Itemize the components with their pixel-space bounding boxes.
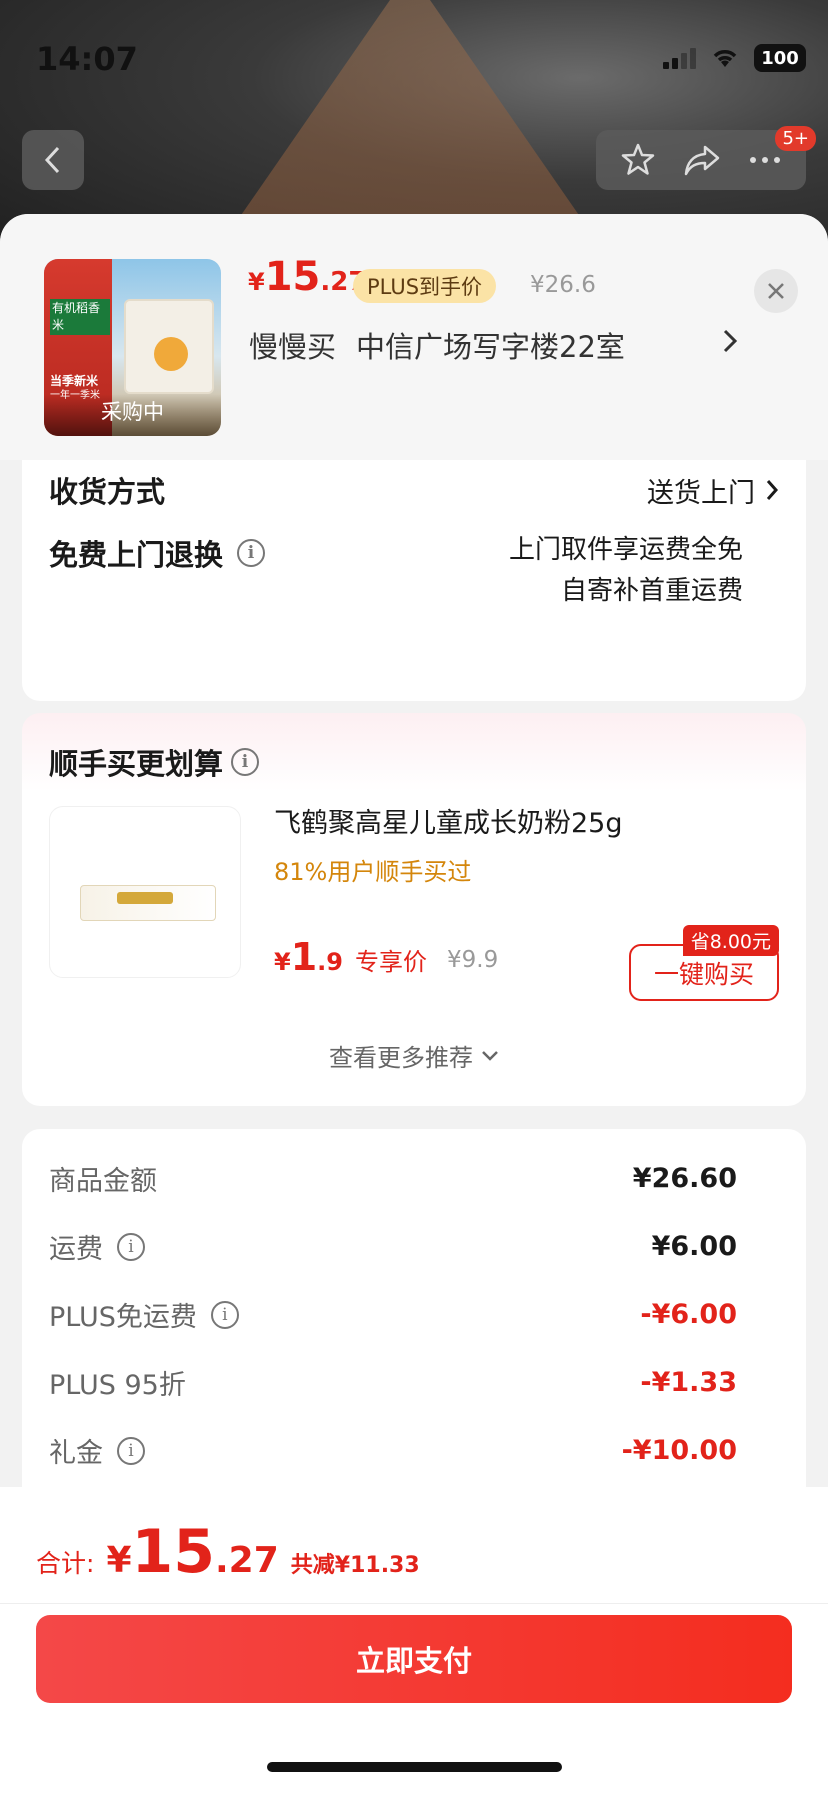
star-icon[interactable] (620, 142, 656, 178)
delivery-speed: 慢慢买 (249, 330, 337, 364)
addon-title: 顺手买更划算 (49, 747, 224, 781)
back-icon (44, 146, 60, 174)
addon-price: ¥ 1 .9 专享价 (274, 935, 427, 979)
battery-icon: 100 (754, 44, 806, 72)
info-icon[interactable]: i (117, 1436, 145, 1465)
fee-value: ¥26.60 (632, 1163, 737, 1194)
fee-value: -¥1.33 (640, 1367, 737, 1398)
fee-label: 礼金 (49, 1438, 103, 1469)
addon-product-sub: 81%用户顺手买过 (274, 858, 472, 886)
plus-price-tag: PLUS到手价 (353, 269, 497, 303)
pay-now-button[interactable]: 立即支付 (36, 1615, 792, 1703)
return-line: 自寄补首重运费 (560, 576, 743, 606)
total-label: 合计: (36, 1549, 95, 1578)
addon-product-image[interactable] (49, 806, 241, 978)
signal-icon (663, 47, 696, 69)
address-row[interactable]: 慢慢买 中信广场写字楼22室 (249, 324, 749, 366)
thumb-tag: 有机稻香米 (50, 299, 110, 335)
fee-value: ¥6.00 (651, 1231, 737, 1262)
fee-label: 运费 (49, 1234, 103, 1265)
chevron-down-icon (482, 1050, 498, 1061)
back-button[interactable] (22, 130, 84, 190)
free-return-detail: 上门取件享运费全免 自寄补首重运费 (509, 530, 779, 612)
fee-label: 商品金额 (49, 1166, 157, 1197)
thumb-status: 采购中 (101, 400, 164, 424)
exclusive-price-tag: 专享价 (354, 948, 427, 976)
status-time: 14:07 (36, 40, 138, 78)
info-icon[interactable]: i (117, 1232, 145, 1261)
close-icon (768, 283, 784, 299)
home-indicator[interactable] (267, 1762, 562, 1772)
total-discount: 共减¥11.33 (290, 1553, 420, 1578)
share-icon[interactable] (683, 143, 721, 177)
fee-value: -¥10.00 (621, 1435, 737, 1466)
wifi-icon (713, 50, 737, 67)
product-thumbnail: 有机稻香米 当季新米 一年一季米 采购中 (44, 259, 221, 436)
chevron-right-icon[interactable] (722, 328, 738, 354)
info-icon[interactable]: i (231, 748, 260, 776)
status-icons: 100 (663, 44, 806, 72)
addon-product-name[interactable]: 飞鹤聚高星儿童成长奶粉25g (274, 801, 623, 840)
save-badge: 省8.00元 (682, 925, 779, 956)
close-button[interactable] (754, 269, 798, 313)
delivery-method-row[interactable]: 收货方式 送货上门 (49, 469, 779, 511)
rice-bag-image (124, 299, 214, 394)
delivery-address: 中信广场写字楼22室 (356, 330, 625, 364)
fee-row: 运费 i ¥6.00 (49, 1227, 737, 1266)
free-return-label: 免费上门退换 (49, 538, 224, 572)
delivery-method-value: 送货上门 (647, 477, 755, 509)
chevron-right-icon (766, 480, 779, 500)
notification-badge: 5+ (775, 126, 816, 151)
checkout-footer: 合计: ¥ 15 .27 共减¥11.33 立即支付 (0, 1487, 828, 1793)
addon-original-price: ¥9.9 (447, 947, 499, 973)
fee-label: PLUS免运费 (49, 1302, 197, 1333)
more-icon[interactable] (748, 155, 782, 165)
info-icon[interactable]: i (210, 1300, 239, 1329)
product-header: 有机稻香米 当季新米 一年一季米 采购中 ¥ 15 .27 PLUS到手价 ¥2… (0, 214, 828, 460)
original-price: ¥26.6 (530, 272, 596, 298)
fee-breakdown-card: 商品金额 ¥26.60 运费 i ¥6.00 PLUS免运费 i -¥6.00 PL… (22, 1129, 806, 1549)
status-bar: 14:07 100 (0, 0, 828, 110)
fee-row: 礼金 i -¥10.00 (49, 1431, 737, 1470)
fee-row: 商品金额 ¥26.60 (49, 1159, 737, 1198)
info-icon[interactable]: i (237, 539, 266, 567)
fee-value: -¥6.00 (640, 1299, 737, 1330)
delivery-method-label: 收货方式 (49, 475, 166, 509)
addon-card: 顺手买更划算 i 飞鹤聚高星儿童成长奶粉25g 81%用户顺手买过 ¥ 1 .9… (22, 713, 806, 1106)
fee-label: PLUS 95折 (49, 1370, 186, 1401)
header-price: ¥ 15 .27 (248, 254, 367, 300)
free-return-row: 免费上门退换 i 上门取件享运费全免 自寄补首重运费 (49, 530, 779, 612)
total-summary: 合计: ¥ 15 .27 共减¥11.33 (36, 1517, 420, 1587)
thumb-tag: 当季新米 (50, 373, 99, 388)
fee-row: PLUS 95折 -¥1.33 (49, 1363, 737, 1402)
more-recommendations-label: 查看更多推荐 (329, 1044, 473, 1072)
return-line: 上门取件享运费全免 (508, 535, 743, 565)
more-recommendations[interactable]: 查看更多推荐 (22, 1038, 806, 1073)
delivery-card: 收货方式 送货上门 免费上门退换 i 上门取件享运费全免 自寄补首重运费 (22, 424, 806, 701)
total-amount: 15 (131, 1517, 216, 1587)
fee-row: PLUS免运费 i -¥6.00 (49, 1295, 737, 1334)
